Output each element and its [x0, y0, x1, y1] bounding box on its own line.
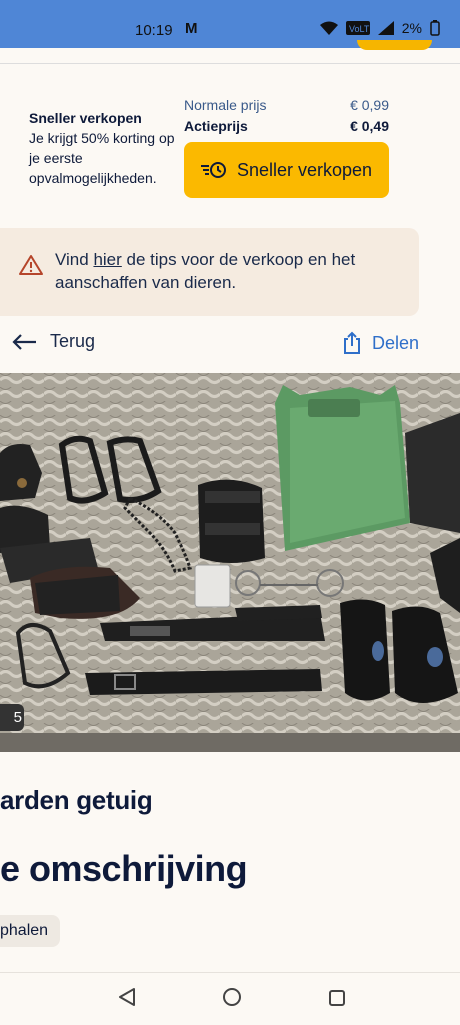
- share-label: Delen: [371, 332, 419, 353]
- chip-pickup[interactable]: phalen: [0, 915, 60, 947]
- detail-nav: Terug Delen: [0, 326, 460, 362]
- back-label: Terug: [50, 331, 96, 351]
- normal-price-row: Normale prijs € 0,99: [184, 97, 389, 118]
- nav-recents-icon[interactable]: [328, 987, 346, 1013]
- price-block: Normale prijs € 0,99 Actieprijs € 0,49: [184, 97, 389, 139]
- description-heading: e omschrijving: [0, 848, 248, 889]
- sell-faster-button[interactable]: Sneller verkopen: [184, 142, 389, 198]
- listing-photo[interactable]: [0, 373, 460, 752]
- promo-title: Sneller verkopen: [29, 110, 142, 126]
- arrow-left-icon: [12, 333, 36, 350]
- wifi-icon: [319, 21, 338, 35]
- action-price-row: Actieprijs € 0,49: [184, 118, 389, 139]
- status-bar: 10:19 M VoLTE 2%: [0, 0, 460, 50]
- battery-percent: 2%: [401, 20, 422, 36]
- share-icon: [343, 331, 360, 354]
- sell-faster-label: Sneller verkopen: [236, 159, 373, 180]
- tips-text: Vind hier de tips voor de verkoop en het…: [55, 250, 356, 292]
- volte-icon: VoLTE: [345, 21, 370, 35]
- divider: [0, 63, 460, 64]
- share-button[interactable]: Delen: [342, 331, 419, 355]
- fast-clock-icon: [200, 162, 226, 178]
- normal-price-value: € 0,99: [350, 97, 389, 113]
- header-button-peek[interactable]: [357, 40, 432, 50]
- promo-body: Je krijgt 50% korting op je eerste opval…: [29, 130, 175, 186]
- nav-home-icon[interactable]: [222, 987, 242, 1013]
- signal-icon: [377, 21, 394, 35]
- promo-description: Sneller verkopen Je krijgt 50% korting o…: [29, 108, 179, 188]
- tips-link[interactable]: hier: [93, 250, 121, 269]
- svg-text:VoLTE: VoLTE: [349, 24, 370, 34]
- battery-icon: [430, 20, 440, 36]
- photo-counter: 5: [0, 704, 24, 731]
- gmail-icon: M: [185, 20, 198, 37]
- back-button[interactable]: Terug: [12, 331, 95, 352]
- system-nav-bar: [0, 972, 460, 1025]
- listing-photo-image: [0, 373, 460, 752]
- listing-title: arden getuig: [0, 785, 153, 815]
- nav-back-icon[interactable]: [118, 987, 136, 1013]
- warning-icon: [19, 255, 43, 275]
- status-time: 10:19: [135, 22, 173, 39]
- normal-price-label: Normale prijs: [184, 97, 267, 113]
- action-price-value: € 0,49: [350, 118, 389, 134]
- tips-banner: Vind hier de tips voor de verkoop en het…: [0, 228, 419, 316]
- action-price-label: Actieprijs: [184, 118, 248, 134]
